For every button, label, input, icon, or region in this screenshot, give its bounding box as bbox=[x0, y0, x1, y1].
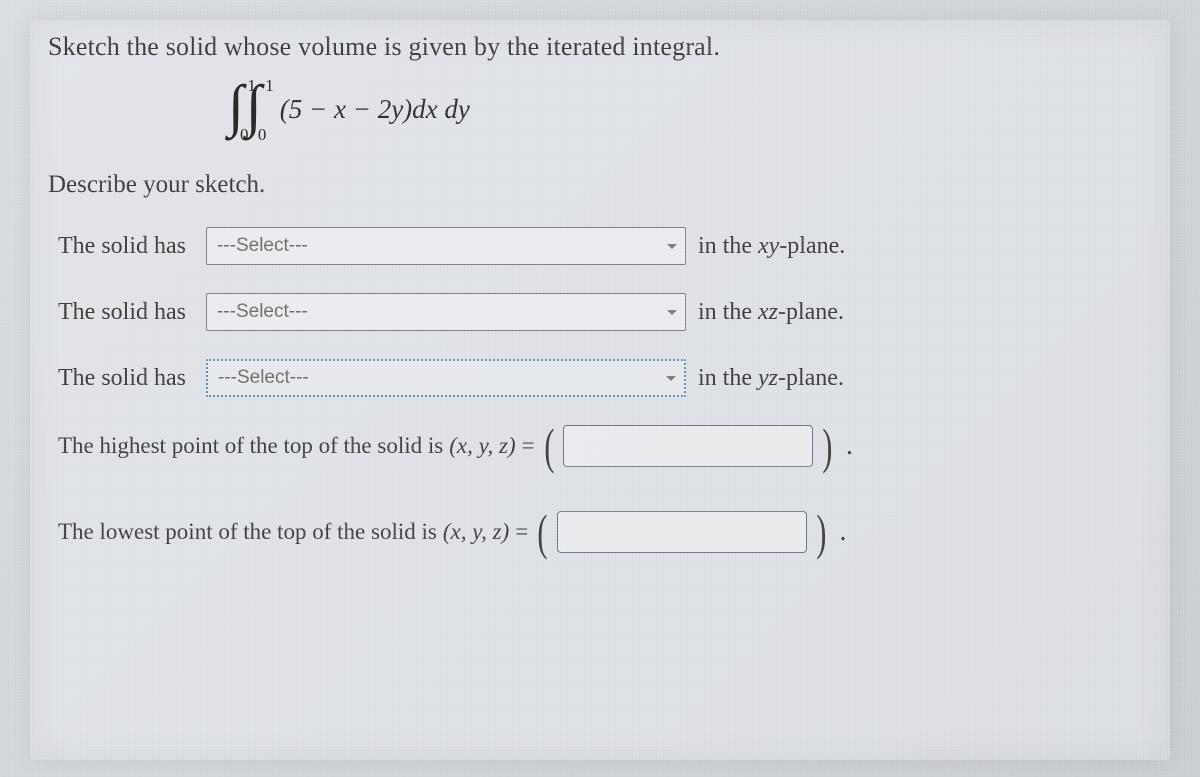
lowest-point-input[interactable] bbox=[557, 511, 807, 553]
question-prompt: Sketch the solid whose volume is given b… bbox=[48, 32, 1152, 62]
highest-point-row: The highest point of the top of the soli… bbox=[48, 425, 1152, 467]
chevron-down-icon bbox=[666, 376, 676, 381]
integral-symbols: 1 ∫ 0 1 ∫ 0 bbox=[228, 86, 264, 133]
select-xz-plane[interactable]: ---Select--- bbox=[206, 293, 686, 331]
period: . bbox=[840, 516, 847, 548]
lowest-point-label: The lowest point of the top of the solid… bbox=[58, 519, 437, 545]
plane-row-xz: The solid has ---Select--- in the xz-pla… bbox=[48, 293, 1152, 331]
highest-point-label: The highest point of the top of the soli… bbox=[58, 433, 443, 459]
row-prefix: The solid has bbox=[58, 299, 186, 326]
plane-row-xy: The solid has ---Select--- in the xy-pla… bbox=[48, 227, 1152, 265]
select-placeholder: ---Select--- bbox=[217, 301, 308, 323]
select-placeholder: ---Select--- bbox=[217, 235, 308, 257]
inner-integral: 1 ∫ 0 bbox=[246, 86, 262, 133]
plane-row-yz: The solid has ---Select--- in the yz-pla… bbox=[48, 359, 1152, 397]
select-xy-plane[interactable]: ---Select--- bbox=[206, 227, 686, 265]
equals-sign: = bbox=[522, 433, 535, 459]
select-placeholder: ---Select--- bbox=[218, 367, 309, 389]
lowest-point-row: The lowest point of the top of the solid… bbox=[48, 511, 1152, 553]
xyz-tuple: (x, y, z) bbox=[443, 519, 509, 545]
period: . bbox=[846, 430, 853, 462]
row-suffix: in the yz-plane. bbox=[698, 365, 844, 392]
inner-lower-bound: 0 bbox=[258, 125, 267, 145]
outer-integral: 1 ∫ 0 bbox=[228, 86, 244, 133]
equals-sign: = bbox=[515, 519, 528, 545]
inner-upper-bound: 1 bbox=[265, 76, 274, 96]
select-yz-plane[interactable]: ---Select--- bbox=[206, 359, 686, 397]
row-suffix: in the xz-plane. bbox=[698, 299, 844, 326]
row-prefix: The solid has bbox=[58, 233, 186, 260]
xyz-tuple: (x, y, z) bbox=[449, 433, 515, 459]
integral-expression: 1 ∫ 0 1 ∫ 0 (5 − x − 2y)dx dy bbox=[228, 86, 1152, 133]
describe-heading: Describe your sketch. bbox=[48, 171, 1152, 199]
chevron-down-icon bbox=[667, 244, 677, 249]
chevron-down-icon bbox=[667, 310, 677, 315]
row-suffix: in the xy-plane. bbox=[698, 233, 845, 260]
row-prefix: The solid has bbox=[58, 365, 186, 392]
highest-point-input[interactable] bbox=[563, 425, 813, 467]
integrand-text: (5 − x − 2y)dx dy bbox=[280, 94, 470, 125]
